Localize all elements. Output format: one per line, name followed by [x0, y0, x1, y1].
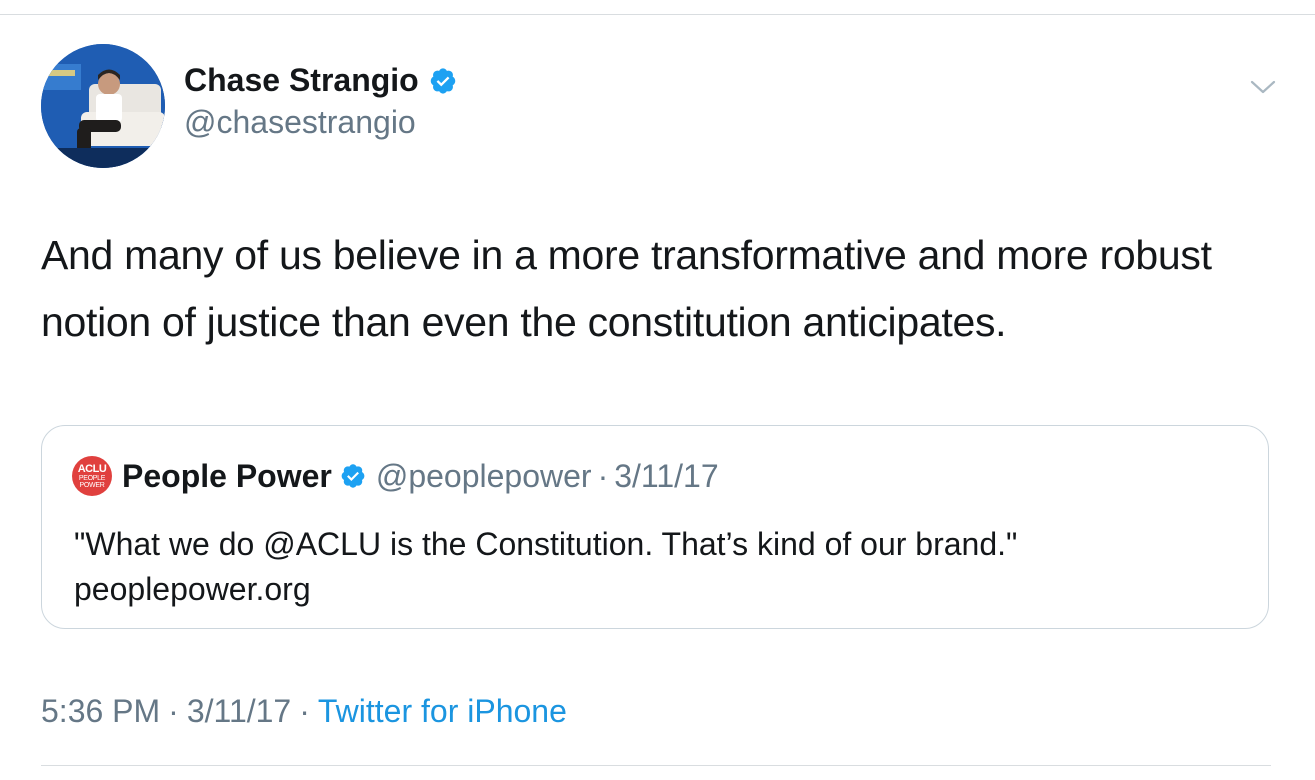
dot-separator: ·	[597, 457, 609, 494]
dot-separator: ·	[299, 693, 310, 729]
tweet-date[interactable]: 3/11/17	[187, 693, 291, 729]
tweet-source-link[interactable]: Twitter for iPhone	[318, 693, 567, 729]
quoted-tweet-text: "What we do @ACLU is the Constitution. T…	[74, 526, 1018, 607]
tweet-meta: 5:36 PM · 3/11/17 · Twitter for iPhone	[41, 693, 567, 730]
quoted-tweet-date: 3/11/17	[614, 457, 719, 494]
verified-badge-icon	[340, 463, 366, 489]
tweet-text: And many of us believe in a more transfo…	[41, 232, 1212, 345]
bottom-divider	[41, 765, 1271, 766]
quoted-tweet-card[interactable]: ACLU PEOPLE POWER People Power @peoplepo…	[41, 425, 1269, 629]
aclu-people-power-logo: ACLU PEOPLE POWER	[72, 456, 112, 496]
author-name-row[interactable]: Chase Strangio	[184, 62, 457, 99]
quoted-tweet-header: ACLU PEOPLE POWER People Power @peoplepo…	[72, 456, 719, 496]
chevron-down-icon[interactable]	[1248, 76, 1278, 98]
author-display-name[interactable]: Chase Strangio	[184, 62, 419, 99]
author-handle[interactable]: @chasestrangio	[184, 104, 416, 141]
avatar[interactable]	[41, 44, 165, 168]
tweet-time[interactable]: 5:36 PM	[41, 693, 160, 729]
top-divider	[0, 14, 1315, 15]
quoted-author-name: People Power	[122, 457, 332, 494]
verified-badge-icon	[429, 67, 457, 95]
avatar-photo	[41, 44, 165, 168]
dot-separator: ·	[168, 693, 179, 729]
quoted-author-handle: @peoplepower	[375, 457, 592, 494]
